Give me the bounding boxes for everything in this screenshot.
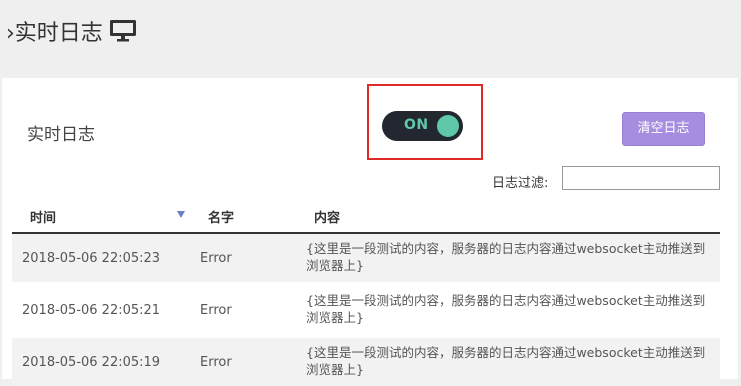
cell-name: Error <box>200 303 232 318</box>
table-row: 2018-05-06 22:05:23 Error {这里是一段测试的内容，服务… <box>12 234 720 282</box>
clear-log-button[interactable]: 清空日志 <box>622 112 705 146</box>
monitor-icon <box>109 19 137 43</box>
column-header-time[interactable]: 时间 <box>30 207 56 226</box>
cell-time: 2018-05-06 22:05:19 <box>22 355 161 370</box>
cell-content: {这里是一段测试的内容，服务器的日志内容通过websocket主动推送到浏览器上… <box>306 293 706 325</box>
cell-content: {这里是一段测试的内容，服务器的日志内容通过websocket主动推送到浏览器上… <box>306 241 706 273</box>
cell-content: {这里是一段测试的内容，服务器的日志内容通过websocket主动推送到浏览器上… <box>306 345 706 377</box>
column-header-name[interactable]: 名字 <box>208 207 234 226</box>
cell-name: Error <box>200 251 232 266</box>
table-header: 时间 名字 内容 <box>12 203 720 234</box>
page-header: ›实时日志 <box>0 0 741 62</box>
live-log-toggle[interactable]: ON <box>382 111 463 141</box>
toggle-highlight-box: ON <box>367 84 483 160</box>
sort-desc-icon[interactable] <box>177 211 185 218</box>
toggle-label: ON <box>404 117 429 133</box>
log-filter-input[interactable] <box>562 166 720 190</box>
log-panel: 实时日志 ON 清空日志 日志过滤: 时间 名字 内容 2018-05-06 2… <box>2 78 738 386</box>
table-row: 2018-05-06 22:05:21 Error {这里是一段测试的内容，服务… <box>12 286 720 334</box>
column-header-content[interactable]: 内容 <box>314 207 340 226</box>
filter-label: 日志过滤: <box>492 176 549 191</box>
toggle-knob <box>437 115 459 137</box>
page-title: ›实时日志 <box>6 21 103 46</box>
cell-name: Error <box>200 355 232 370</box>
cell-time: 2018-05-06 22:05:23 <box>22 251 161 266</box>
panel-title: 实时日志 <box>27 125 95 145</box>
cell-time: 2018-05-06 22:05:21 <box>22 303 161 318</box>
